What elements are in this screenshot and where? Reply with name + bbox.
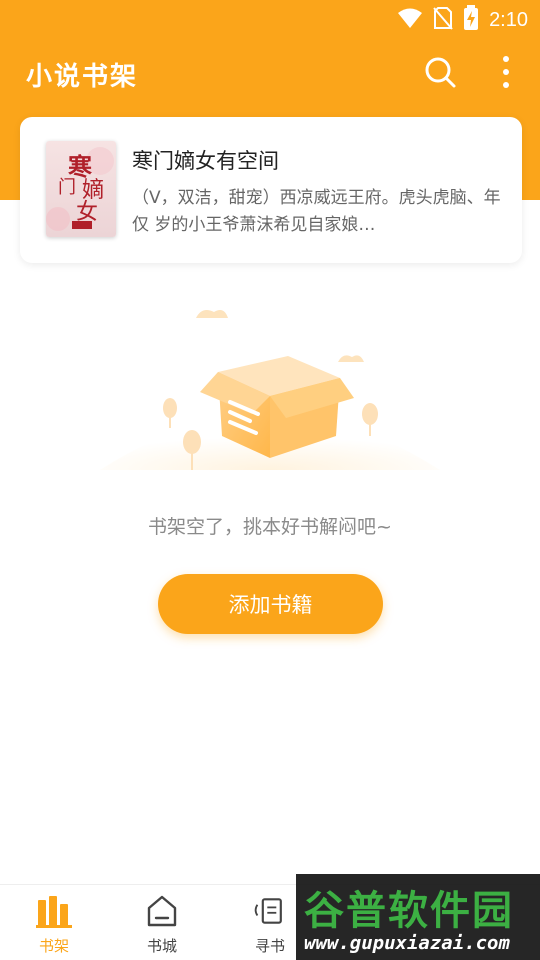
more-options-button[interactable] <box>486 54 526 94</box>
book-card[interactable]: 寒 门 嫡 女 寒门嫡女有空间 （V，双洁，甜宠）西凉威远王府。虎头虎脑、年仅 … <box>20 117 522 263</box>
book-cover[interactable]: 寒 门 嫡 女 <box>46 141 116 237</box>
find-book-icon <box>252 893 288 929</box>
battery-charging-icon <box>463 5 479 35</box>
watermark-logo: 谷普软件园 www.gupuxiazai.com <box>296 874 540 960</box>
more-vertical-icon <box>502 55 510 93</box>
nav-label-bookstore: 书城 <box>146 937 177 955</box>
wifi-icon <box>397 7 423 33</box>
bookshelf-icon <box>36 893 72 929</box>
nav-label-bookshelf: 书架 <box>38 937 69 955</box>
nav-item-bookstore[interactable]: 书城 <box>108 885 216 960</box>
bookstore-icon <box>144 893 180 929</box>
app-title: 小说书架 <box>26 62 139 92</box>
nav-item-bookshelf[interactable]: 书架 <box>0 885 108 960</box>
add-books-button[interactable]: 添加书籍 <box>158 574 383 634</box>
status-time: 2:10 <box>489 8 528 31</box>
no-sim-icon <box>433 6 453 34</box>
watermark-name: 谷普软件园 <box>304 888 514 934</box>
empty-shelf-message: 书架空了，挑本好书解闷吧~ <box>148 516 392 538</box>
book-description: （V，双洁，甜宠）西凉威远王府。虎头虎脑、年仅 岁的小王爷萧沫希见自家娘… <box>132 188 501 235</box>
empty-box-illustration <box>100 300 440 480</box>
status-bar: 2:10 <box>0 0 540 36</box>
book-title: 寒门嫡女有空间 <box>132 149 279 173</box>
svg-text:门: 门 <box>58 177 76 198</box>
search-icon <box>423 55 457 93</box>
nav-label-find-book: 寻书 <box>254 937 285 955</box>
search-button[interactable] <box>420 54 460 94</box>
watermark-url: www.gupuxiazai.com <box>304 932 510 954</box>
